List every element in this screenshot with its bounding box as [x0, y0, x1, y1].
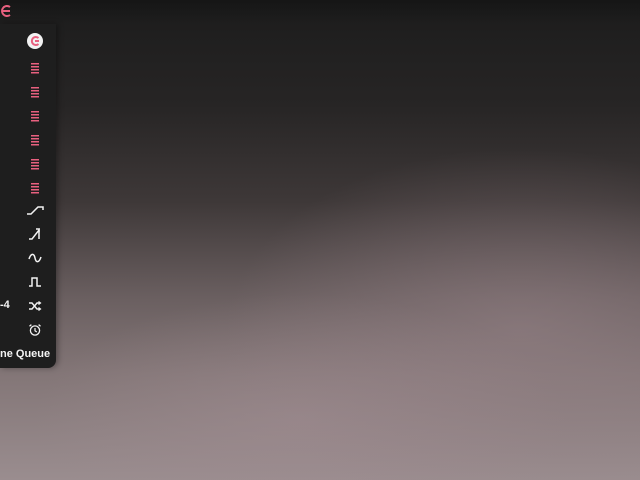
alarm-clock-icon[interactable]	[22, 320, 48, 340]
logo-c-icon[interactable]	[0, 4, 12, 18]
sawtooth-icon[interactable]	[22, 224, 48, 244]
sidebar: -4 ne Queue	[0, 24, 56, 368]
square-wave-icon[interactable]	[22, 272, 48, 292]
shuffle-label: -4	[0, 299, 10, 311]
list-icon[interactable]	[22, 154, 48, 174]
shuffle-icon[interactable]	[22, 296, 48, 316]
queue-label[interactable]: ne Queue	[0, 348, 50, 360]
list-icon[interactable]	[22, 106, 48, 126]
list-icon[interactable]	[22, 82, 48, 102]
list-icon[interactable]	[22, 58, 48, 78]
sine-wave-icon[interactable]	[22, 248, 48, 268]
list-icon[interactable]	[22, 178, 48, 198]
top-bar	[0, 0, 640, 24]
app-logo-icon[interactable]	[22, 31, 48, 51]
list-icon[interactable]	[22, 130, 48, 150]
ramp-icon[interactable]	[22, 200, 48, 220]
